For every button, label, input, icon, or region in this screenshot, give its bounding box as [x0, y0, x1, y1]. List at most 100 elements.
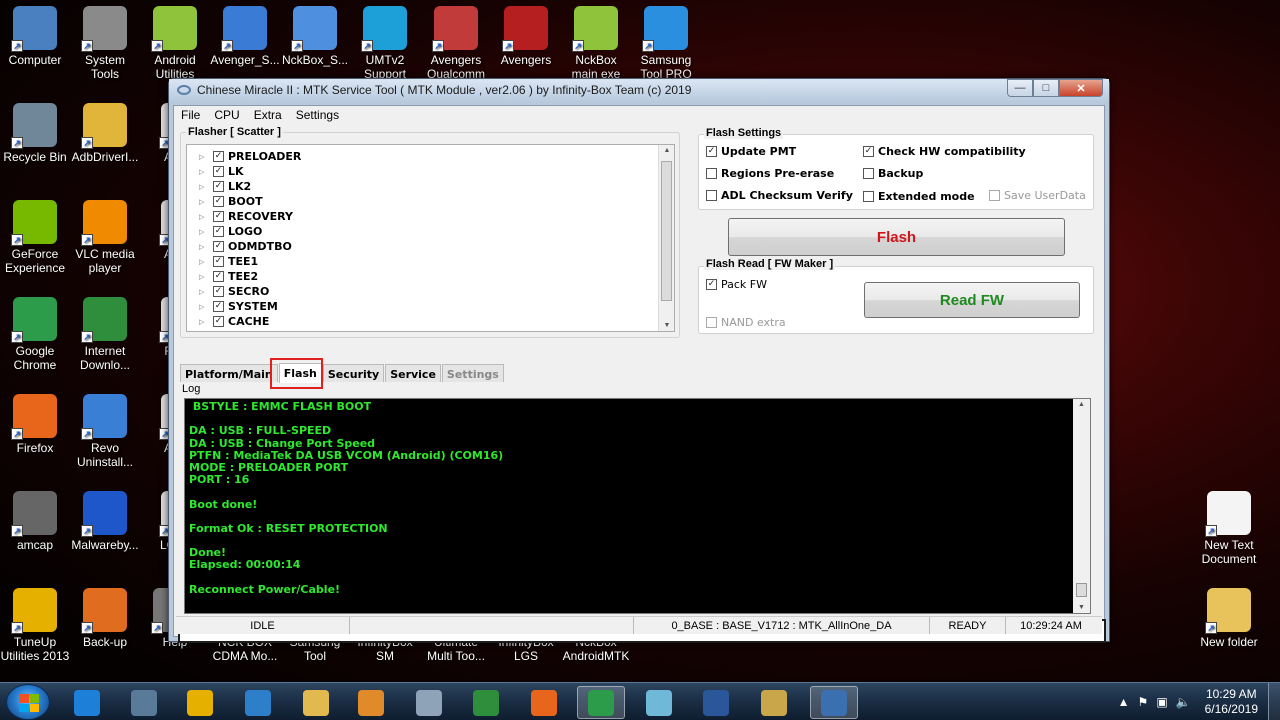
scatter-item-checkbox[interactable]: ✓	[213, 286, 224, 297]
check-hw-checkbox[interactable]: ✓	[863, 146, 874, 157]
expand-arrow-icon[interactable]: ▷	[199, 183, 213, 191]
expand-arrow-icon[interactable]: ▷	[199, 198, 213, 206]
scatter-item-checkbox[interactable]: ✓	[213, 301, 224, 312]
log-scroll-up-icon[interactable]: ▲	[1073, 401, 1090, 408]
taskbar-item-flip3d[interactable]	[635, 686, 683, 719]
taskbar-item-chrome-taskbar[interactable]	[577, 686, 625, 719]
mtk-service-tool-window[interactable]: Chinese Miracle II : MTK Service Tool ( …	[168, 78, 1110, 643]
expand-arrow-icon[interactable]: ▷	[199, 168, 213, 176]
scatter-item-checkbox[interactable]: ✓	[213, 181, 224, 192]
start-button[interactable]	[6, 684, 50, 720]
log-scroll-down-icon[interactable]: ▼	[1073, 604, 1090, 611]
tab-settings[interactable]: Settings	[441, 364, 504, 382]
save-userdata-option[interactable]: Save UserData	[989, 189, 1086, 202]
nand-extra-option[interactable]: NAND extra	[706, 316, 786, 329]
taskbar-item-media-player[interactable]	[347, 686, 395, 719]
scatter-item[interactable]: ▷ ✓ LK2	[187, 179, 674, 194]
scatter-item[interactable]: ▷ ✓ BOOT	[187, 194, 674, 209]
check-hw-option[interactable]: ✓ Check HW compatibility	[863, 145, 1026, 158]
scatter-item-checkbox[interactable]: ✓	[213, 226, 224, 237]
taskbar-item-paint[interactable]	[750, 686, 798, 719]
flash-button[interactable]: Flash	[728, 218, 1065, 256]
backup-checkbox[interactable]	[863, 168, 874, 179]
pack-fw-checkbox[interactable]: ✓	[706, 279, 717, 290]
menu-file[interactable]: File	[174, 108, 207, 122]
taskbar-item-firefox-taskbar[interactable]	[520, 686, 568, 719]
scatter-item[interactable]: ▷ ✓ SECRO	[187, 284, 674, 299]
expand-arrow-icon[interactable]: ▷	[199, 243, 213, 251]
expand-arrow-icon[interactable]: ▷	[199, 228, 213, 236]
tab-platform-main[interactable]: Platform/Main	[180, 364, 278, 382]
update-pmt-option[interactable]: ✓ Update PMT	[706, 145, 796, 158]
scatter-item[interactable]: ▷ ✓ SYSTEM	[187, 299, 674, 314]
tree-scroll-thumb[interactable]	[661, 161, 672, 301]
extended-mode-checkbox[interactable]	[863, 191, 874, 202]
scroll-up-icon[interactable]: ▲	[659, 147, 674, 154]
desktop-icon-0[interactable]: ↗ Computer	[0, 0, 70, 82]
show-desktop-button[interactable]	[1268, 683, 1280, 720]
scatter-item-checkbox[interactable]: ✓	[213, 241, 224, 252]
scatter-item[interactable]: ▷ ✓ TEE2	[187, 269, 674, 284]
maximize-button[interactable]: □	[1033, 79, 1059, 97]
expand-arrow-icon[interactable]: ▷	[199, 303, 213, 311]
save-userdata-checkbox[interactable]	[989, 190, 1000, 201]
log-scrollbar[interactable]: ▲ ▼	[1073, 399, 1090, 613]
scatter-item[interactable]: ▷ ✓ RECOVERY	[187, 209, 674, 224]
update-pmt-checkbox[interactable]: ✓	[706, 146, 717, 157]
taskbar-item-calculator[interactable]	[405, 686, 453, 719]
scatter-tree[interactable]: ▷ ✓ PRELOADER ▷ ✓ LK ▷ ✓ LK2 ▷ ✓ BOOT ▷ ✓ RECOVERY ▷ ✓ LO…	[186, 144, 675, 332]
adl-checksum-checkbox[interactable]	[706, 190, 717, 201]
log-console[interactable]: BSTYLE : EMMC FLASH BOOT DA : USB : FULL-…	[184, 398, 1091, 614]
scroll-down-icon[interactable]: ▼	[659, 322, 674, 329]
scatter-item-checkbox[interactable]: ✓	[213, 256, 224, 267]
expand-arrow-icon[interactable]: ▷	[199, 258, 213, 266]
menu-cpu[interactable]: CPU	[207, 108, 246, 122]
desktop-icon-7[interactable]: ↗ Avengers	[491, 0, 561, 82]
scatter-item[interactable]: ▷✓USERDATA	[187, 329, 674, 332]
expand-arrow-icon[interactable]: ▷	[199, 153, 213, 161]
desktop-icon-12[interactable]: ↗ GeForce Experience	[0, 194, 70, 276]
taskbar-item-internet-explorer[interactable]	[63, 686, 111, 719]
expand-arrow-icon[interactable]: ▷	[199, 288, 213, 296]
desktop-icon-2[interactable]: ↗ Android Utilities	[140, 0, 210, 82]
desktop-icon-30[interactable]: ↗ New folder	[1194, 582, 1264, 664]
desktop-icon-1[interactable]: ↗ System Tools	[70, 0, 140, 82]
scatter-item[interactable]: ▷ ✓ LK	[187, 164, 674, 179]
desktop-icon-3[interactable]: ↗ Avenger_S...	[210, 0, 280, 82]
desktop-icon-13[interactable]: ↗ VLC media player	[70, 194, 140, 276]
expand-arrow-icon[interactable]: ▷	[199, 213, 213, 221]
tab-security[interactable]: Security	[322, 364, 385, 382]
desktop-icon-9[interactable]: ↗ Samsung Tool PRO	[631, 0, 701, 82]
adl-checksum-option[interactable]: ADL Checksum Verify	[706, 189, 853, 202]
backup-option[interactable]: Backup	[863, 167, 923, 180]
desktop-icon-18[interactable]: ↗ amcap	[0, 485, 70, 567]
desktop-icon-4[interactable]: ↗ NckBox_S...	[280, 0, 350, 82]
pack-fw-option[interactable]: ✓ Pack FW	[706, 278, 767, 291]
desktop-icon-5[interactable]: ↗ UMTv2 Support	[350, 0, 420, 82]
desktop-icon-6[interactable]: ↗ Avengers Qualcomm	[421, 0, 491, 82]
tab-service[interactable]: Service	[385, 364, 441, 382]
scatter-item[interactable]: ▷ ✓ TEE1	[187, 254, 674, 269]
desktop-icon-29[interactable]: ↗ New Text Document	[1194, 485, 1264, 567]
taskbar-item-mtk-tool[interactable]	[810, 686, 858, 719]
regions-pre-erase-checkbox[interactable]	[706, 168, 717, 179]
scatter-item-checkbox[interactable]: ✓	[213, 166, 224, 177]
tray-chevron-icon[interactable]: ▲	[1118, 695, 1130, 709]
tray-volume-muted-icon[interactable]: 🔈	[1176, 695, 1191, 709]
regions-pre-erase-option[interactable]: Regions Pre-erase	[706, 167, 834, 180]
menu-extra[interactable]: Extra	[247, 108, 289, 122]
desktop-icon-20[interactable]: ↗ TuneUp Utilities 2013	[0, 582, 70, 664]
scatter-item-checkbox[interactable]: ✓	[213, 331, 224, 332]
window-titlebar[interactable]: Chinese Miracle II : MTK Service Tool ( …	[169, 79, 1109, 101]
tray-flag-icon[interactable]: ⚑	[1138, 695, 1149, 709]
extended-mode-option[interactable]: Extended mode	[863, 190, 975, 203]
taskbar-item-tuneup-taskbar[interactable]	[176, 686, 224, 719]
scatter-item-checkbox[interactable]: ✓	[213, 316, 224, 327]
read-fw-button[interactable]: Read FW	[864, 282, 1080, 318]
taskbar-item-toolbox[interactable]	[234, 686, 282, 719]
expand-arrow-icon[interactable]: ▷	[199, 273, 213, 281]
tree-scrollbar[interactable]: ▲ ▼	[658, 145, 674, 331]
desktop-icon-16[interactable]: ↗ Firefox	[0, 388, 70, 470]
taskbar-item-word[interactable]	[692, 686, 740, 719]
scatter-item-checkbox[interactable]: ✓	[213, 196, 224, 207]
